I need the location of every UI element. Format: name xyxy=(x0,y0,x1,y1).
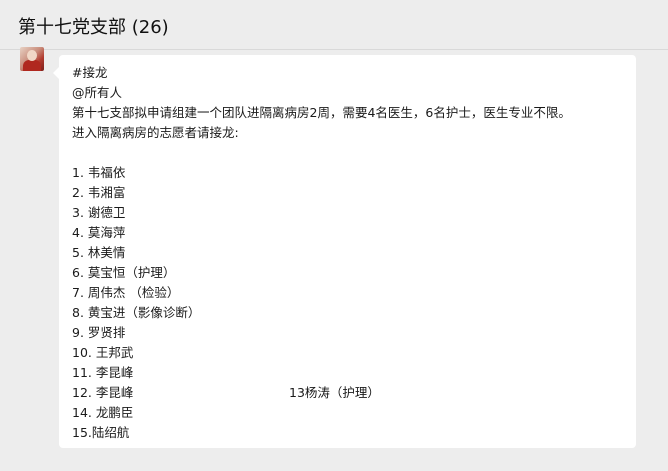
list-item-text: 11. 李昆峰 xyxy=(72,365,134,380)
list-item-text: 15.陆绍航 xyxy=(72,425,130,440)
chat-title[interactable]: 第十七党支部 (26) xyxy=(18,13,169,39)
list-item-text: 8. 黄宝进（影像诊断） xyxy=(72,305,201,320)
list-item-text: 5. 林美情 xyxy=(72,245,126,260)
list-item-extra-text: 13杨涛（护理） xyxy=(289,385,380,400)
list-item-text: 9. 罗贤排 xyxy=(72,325,126,340)
list-item-text: 14. 龙鹏臣 xyxy=(72,405,134,420)
list-item: 9. 罗贤排 xyxy=(72,323,626,343)
list-item: 10. 王邦武 xyxy=(72,343,626,363)
list-item: 4. 莫海萍 xyxy=(72,223,626,243)
sender-avatar[interactable] xyxy=(20,47,44,71)
list-item: 14. 龙鹏臣 xyxy=(72,403,626,423)
list-item: 11. 李昆峰 xyxy=(72,363,626,383)
message-body-line-1: 第十七支部拟申请组建一个团队进隔离病房2周，需要4名医生，6名护士，医生专业不限… xyxy=(72,105,571,120)
list-item: 6. 莫宝恒（护理） xyxy=(72,263,626,283)
list-item: 7. 周伟杰 （检验） xyxy=(72,283,626,303)
chat-header: 第十七党支部 (26) xyxy=(0,0,668,50)
list-item-text: 2. 韦湘富 xyxy=(72,185,126,200)
list-item: 12. 李昆峰 13杨涛（护理） xyxy=(72,383,626,403)
signup-list: 1. 韦福依 2. 韦湘富 3. 谢德卫 4. 莫海萍 5. 林美情 6. 莫宝恒（护理）… xyxy=(72,163,626,443)
message-tag: #接龙 xyxy=(72,65,108,80)
list-item-text: 1. 韦福依 xyxy=(72,165,126,180)
list-item-text: 12. 李昆峰 xyxy=(72,385,134,400)
list-item: 5. 林美情 xyxy=(72,243,626,263)
message-bubble[interactable]: #接龙 @所有人 第十七支部拟申请组建一个团队进隔离病房2周，需要4名医生，6名… xyxy=(53,55,636,448)
list-item-text: 10. 王邦武 xyxy=(72,345,134,360)
list-item: 8. 黄宝进（影像诊断） xyxy=(72,303,626,323)
list-item-text: 4. 莫海萍 xyxy=(72,225,126,240)
list-item: 2. 韦湘富 xyxy=(72,183,626,203)
list-item-text: 7. 周伟杰 （检验） xyxy=(72,285,180,300)
list-item: 3. 谢德卫 xyxy=(72,203,626,223)
list-item-text: 6. 莫宝恒（护理） xyxy=(72,265,176,280)
list-item-text: 3. 谢德卫 xyxy=(72,205,126,220)
list-item: 15.陆绍航 xyxy=(72,423,626,443)
list-item: 1. 韦福依 xyxy=(72,163,626,183)
message-body-line-2: 进入隔离病房的志愿者请接龙: xyxy=(72,125,239,140)
message-mention: @所有人 xyxy=(72,85,123,100)
